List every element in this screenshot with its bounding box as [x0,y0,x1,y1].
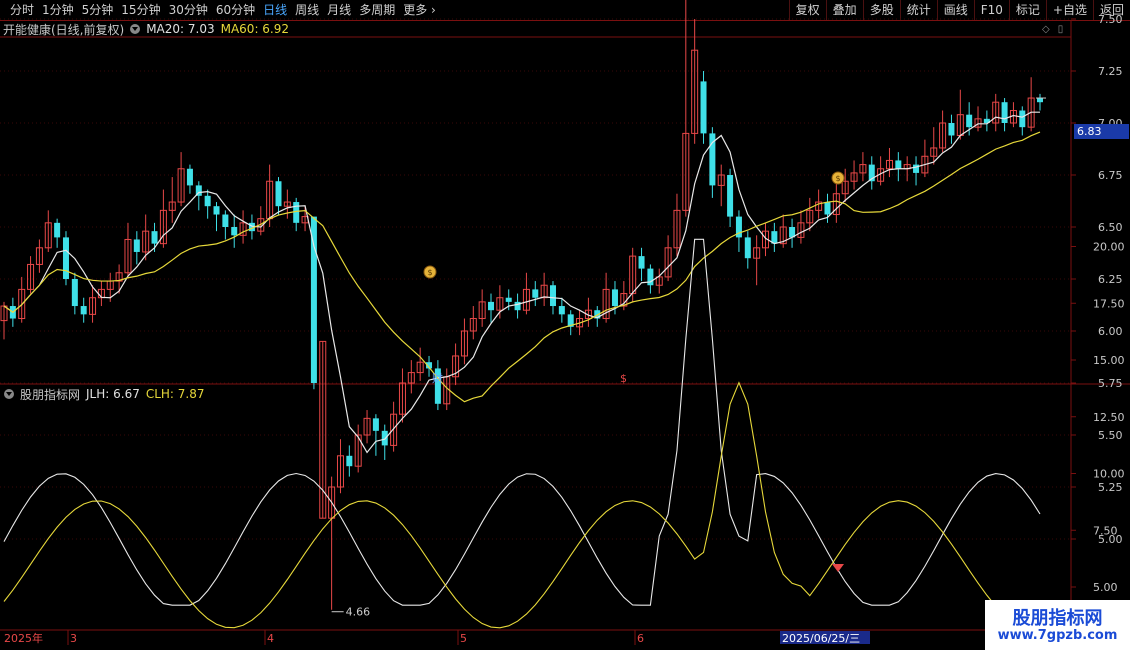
candle-body-down [222,214,229,227]
price-tick-label: 5.75 [1098,377,1123,390]
candle-body-down [213,206,220,215]
candle-body-down [1001,102,1008,123]
jlh-line [3,238,1041,606]
price-tick-label: 7.25 [1098,65,1123,78]
kline-chart[interactable]: 7.507.257.006.756.506.256.005.755.505.25… [0,0,1130,650]
candle-body-down [80,306,87,315]
candle-body-down [913,164,920,173]
candle-body-down [1037,98,1043,103]
candle-body-down [647,268,654,286]
money-bag-icon: $ [835,174,840,183]
year-label: 2025年 [4,631,43,645]
sub-tick-label: 7.50 [1093,524,1118,537]
sub-tick-label: 20.00 [1093,241,1125,254]
month-label: 3 [70,632,77,645]
indicator-name: 股朋指标网 [20,387,81,402]
candle-body-down [310,216,317,383]
watermark-url: www.7gpzb.com [997,628,1118,643]
candle-body-down [346,455,353,467]
candle-body-down [133,239,140,252]
sub-tick-label: 10.00 [1093,468,1125,481]
month-label: 6 [637,632,644,645]
watermark-logo: 股朋指标网 www.7gpzb.com [985,600,1130,650]
candle-body-down [62,237,69,279]
candle-body-down [558,306,565,315]
candle-body-down [293,202,300,223]
candle-body-down [824,202,831,215]
sub-tick-label: 5.00 [1093,581,1118,594]
candle-body-down [966,114,973,128]
price-tick-label: 6.00 [1098,325,1123,338]
finance-event-marker: 财 [432,371,443,385]
price-tick-label: 6.75 [1098,169,1123,182]
candle-body-down [948,123,955,136]
candle-body-down [231,227,238,236]
candle-body-down [895,160,902,169]
dropdown-circle-icon[interactable] [4,389,14,399]
sub-tick-label: 15.00 [1093,354,1125,367]
candle-body-down [186,168,193,186]
watermark-title: 股朋指标网 [1012,608,1103,629]
candle-body-down [549,285,556,307]
clh-label: CLH: 7.87 [145,387,205,401]
jlh-label: JLH: 6.67 [86,387,140,401]
candle-body-down [54,222,61,238]
candle-body-down [381,430,388,446]
candle-body-down [727,175,734,217]
candle-body-down [204,195,211,207]
month-label: 5 [460,632,467,645]
price-tick-label: 6.50 [1098,221,1123,234]
month-label: 4 [267,632,274,645]
clh-line [3,381,1041,629]
candle-body-down [372,418,379,431]
candle-body-down [1019,110,1026,128]
dividend-event-marker: $ [620,372,627,385]
candle-body-down [744,237,751,259]
candle-body-down [488,301,495,311]
candle-body-down [532,289,539,298]
date-cursor-label: 2025/06/25/三 [782,632,860,645]
signal-marker-icon [832,564,844,572]
price-tick-label: 6.25 [1098,273,1123,286]
current-price-tag: 6.83 [1074,124,1129,139]
price-tick-label: 7.50 [1098,13,1123,26]
candle-body-down [71,279,78,307]
price-tick-label: 5.25 [1098,481,1123,494]
candle-body-down [514,301,521,311]
price-tick-label: 5.50 [1098,429,1123,442]
candle-body-down [638,256,645,269]
candle-body-down [505,297,512,302]
candle-body-down [275,181,282,207]
sub-tick-label: 17.50 [1093,297,1125,310]
candle-body-down [151,231,158,244]
money-bag-icon: $ [427,268,432,277]
candle-body-down [611,289,618,307]
sub-info-bar: 股朋指标网 JLH: 6.67 CLH: 7.87 [0,386,205,402]
low-label: 4.66 [346,606,371,619]
sub-tick-label: 12.50 [1093,411,1125,424]
candle-body-down [700,81,707,134]
